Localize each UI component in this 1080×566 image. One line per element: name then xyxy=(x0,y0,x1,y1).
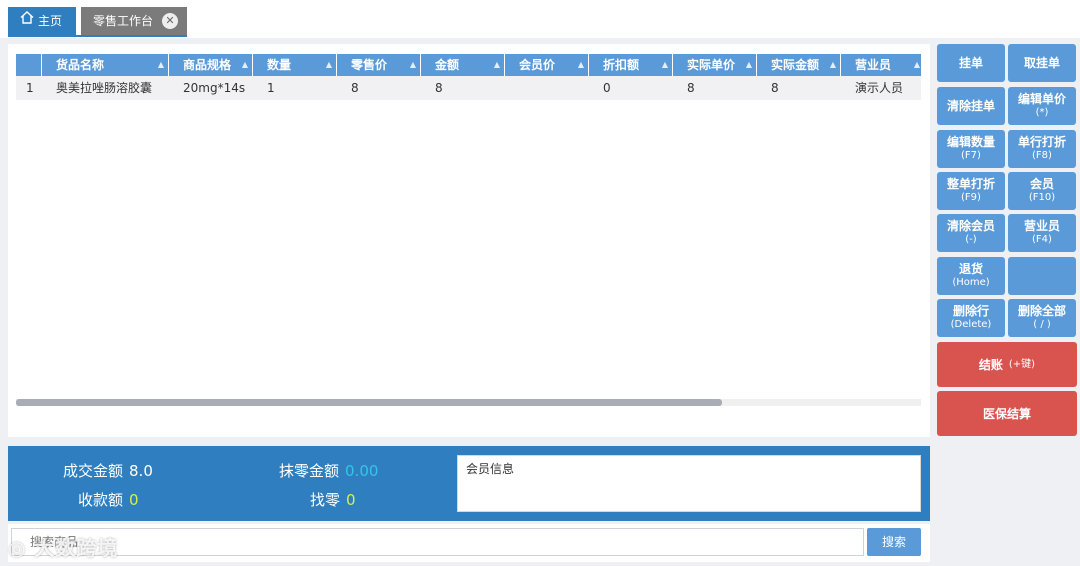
return-button[interactable]: 退货 (Home) xyxy=(937,257,1005,295)
cell-retail-price: 8 xyxy=(351,81,359,95)
col-header-name[interactable]: 货品名称 ▲ xyxy=(42,54,169,76)
search-button[interactable]: 搜索 xyxy=(867,528,921,556)
sort-icon[interactable]: ▲ xyxy=(326,54,332,76)
member-info-box: 会员信息 xyxy=(457,455,921,512)
tab-home[interactable]: 主页 xyxy=(8,7,76,35)
clear-hang-button[interactable]: 清除挂单 xyxy=(937,87,1005,125)
sort-icon[interactable]: ▲ xyxy=(158,54,164,76)
cell-index: 1 xyxy=(26,81,34,95)
col-header-qty[interactable]: 数量 ▲ xyxy=(253,54,337,76)
checkout-button[interactable]: 结账 (+键) xyxy=(937,342,1077,387)
change-amount: 找零 0 xyxy=(310,491,356,509)
edit-price-button[interactable]: 编辑单价 (*) xyxy=(1008,87,1076,125)
paid-amount-value: 0 xyxy=(129,491,139,509)
col-header-actual-unit-price[interactable]: 实际单价 ▲ xyxy=(673,54,757,76)
member-button[interactable]: 会员 (F10) xyxy=(1008,172,1076,210)
tab-home-label: 主页 xyxy=(38,14,63,28)
home-icon xyxy=(20,6,34,34)
cell-actual-unit-price: 8 xyxy=(687,81,695,95)
paid-amount: 收款额 0 xyxy=(78,491,139,509)
col-header-index xyxy=(16,54,42,76)
table-row[interactable]: 1 奥美拉唑肠溶胶囊 20mg*14s 1 8 8 0 8 8 演示人员 xyxy=(16,76,921,100)
col-header-discount[interactable]: 折扣额 ▲ xyxy=(589,54,673,76)
sort-icon[interactable]: ▲ xyxy=(662,54,668,76)
search-input[interactable] xyxy=(11,528,864,556)
deal-amount: 成交金额 8.0 xyxy=(63,462,153,480)
search-row: 搜索 xyxy=(8,524,930,562)
sort-icon[interactable]: ▲ xyxy=(578,54,584,76)
col-header-member-price[interactable]: 会员价 ▲ xyxy=(505,54,589,76)
tab-bar: 主页 零售工作台 ✕ xyxy=(0,0,1080,38)
cell-qty: 1 xyxy=(267,81,275,95)
grid-header: 货品名称 ▲ 商品规格 ▲ 数量 ▲ 零售价 ▲ 金额 ▲ 会员价 ▲ 折扣额 ▲ 实际单价 ▲… xyxy=(16,54,921,76)
order-discount-button[interactable]: 整单打折 (F9) xyxy=(937,172,1005,210)
delete-all-button[interactable]: 删除全部( / ) xyxy=(1008,299,1076,337)
sort-icon[interactable]: ▲ xyxy=(914,54,920,76)
cell-discount: 0 xyxy=(603,81,611,95)
empty-button[interactable] xyxy=(1008,257,1076,295)
close-icon[interactable]: ✕ xyxy=(162,13,178,29)
take-hang-order-button[interactable]: 取挂单 xyxy=(1008,44,1076,82)
col-header-spec[interactable]: 商品规格 ▲ xyxy=(169,54,253,76)
insurance-checkout-button[interactable]: 医保结算 xyxy=(937,391,1077,436)
clear-member-button[interactable]: 清除会员 (-) xyxy=(937,214,1005,252)
sort-icon[interactable]: ▲ xyxy=(242,54,248,76)
change-value: 0 xyxy=(346,491,356,509)
cell-name: 奥美拉唑肠溶胶囊 xyxy=(56,81,153,95)
edit-quantity-button[interactable]: 编辑数量 (F7) xyxy=(937,130,1005,168)
salesperson-button[interactable]: 营业员 (F4) xyxy=(1008,214,1076,252)
scrollbar-thumb[interactable] xyxy=(16,399,722,406)
col-header-amount[interactable]: 金额 ▲ xyxy=(421,54,505,76)
delete-row-button[interactable]: 删除行 (Delete) xyxy=(937,299,1005,337)
sort-icon[interactable]: ▲ xyxy=(830,54,836,76)
cell-member-price xyxy=(505,76,589,100)
summary-bar: 成交金额 8.0 收款额 0 抹零金额 0.00 找零 0 会员信息 xyxy=(8,446,930,521)
col-header-retail-price[interactable]: 零售价 ▲ xyxy=(337,54,421,76)
row-discount-button[interactable]: 单行打折 (F8) xyxy=(1008,130,1076,168)
tab-underline xyxy=(8,35,187,37)
cell-actual-amount: 8 xyxy=(771,81,779,95)
cell-amount: 8 xyxy=(435,81,443,95)
sort-icon[interactable]: ▲ xyxy=(410,54,416,76)
col-header-actual-amount[interactable]: 实际金额 ▲ xyxy=(757,54,841,76)
round-off-amount: 抹零金额 0.00 xyxy=(279,462,379,480)
cell-spec: 20mg*14s xyxy=(183,81,246,95)
cart-grid: 货品名称 ▲ 商品规格 ▲ 数量 ▲ 零售价 ▲ 金额 ▲ 会员价 ▲ 折扣额 ▲ 实际单价 ▲… xyxy=(16,54,921,394)
cart-panel: 货品名称 ▲ 商品规格 ▲ 数量 ▲ 零售价 ▲ 金额 ▲ 会员价 ▲ 折扣额 ▲ 实际单价 ▲… xyxy=(8,44,930,437)
tab-retail-workbench[interactable]: 零售工作台 ✕ xyxy=(81,7,187,35)
sort-icon[interactable]: ▲ xyxy=(494,54,500,76)
member-info-label: 会员信息 xyxy=(466,462,515,476)
horizontal-scrollbar[interactable] xyxy=(16,399,921,406)
cell-salesperson: 演示人员 xyxy=(855,81,904,95)
tab-retail-label: 零售工作台 xyxy=(93,14,154,28)
watermark: ◎ 大数跨境 xyxy=(8,536,119,560)
col-header-salesperson[interactable]: 营业员 ▲ xyxy=(841,54,921,76)
hang-order-button[interactable]: 挂单 xyxy=(937,44,1005,82)
watermark-logo-icon: ◎ xyxy=(8,536,35,560)
sort-icon[interactable]: ▲ xyxy=(746,54,752,76)
round-off-value: 0.00 xyxy=(345,462,379,480)
deal-amount-value: 8.0 xyxy=(129,462,153,480)
